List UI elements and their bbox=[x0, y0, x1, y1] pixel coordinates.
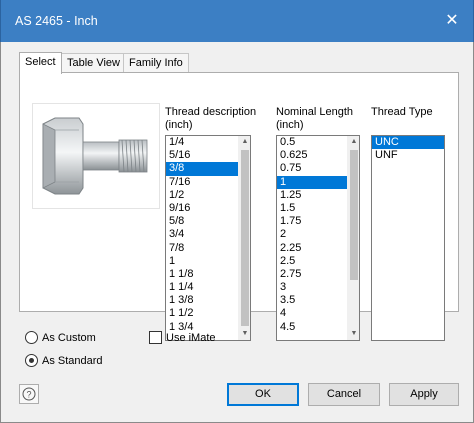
nominal-length-unit: (inch) bbox=[276, 119, 304, 131]
as-custom-option[interactable]: As Custom bbox=[25, 331, 96, 344]
dialog-body: Select Table View Family Info Thread des… bbox=[0, 42, 474, 423]
tab-table-view[interactable]: Table View bbox=[61, 53, 126, 73]
scroll-up-arrow-icon[interactable]: ▲ bbox=[348, 136, 359, 148]
nominal-length-list[interactable]: 0.5 0.625 0.75 1 1.25 1.5 1.75 2 2.25 2.5 2.75 3 3.5… bbox=[276, 135, 360, 341]
apply-button[interactable]: Apply bbox=[389, 383, 459, 406]
thread-type-item[interactable]: UNC bbox=[372, 136, 444, 150]
thread-description-label: Thread description bbox=[165, 106, 257, 118]
cancel-button[interactable]: Cancel bbox=[308, 383, 380, 406]
thread-description-scrollbar[interactable]: ▲ ▼ bbox=[238, 136, 250, 340]
ok-button[interactable]: OK bbox=[227, 383, 299, 406]
bolt-preview bbox=[32, 103, 160, 209]
scroll-up-arrow-icon[interactable]: ▲ bbox=[239, 136, 250, 148]
as-custom-label: As Custom bbox=[42, 331, 96, 344]
thread-description-list[interactable]: 1/4 5/16 3/8 7/16 1/2 9/16 5/8 3/4 7/8 1 1 1/8 1 1/… bbox=[165, 135, 251, 341]
hex-bolt-image bbox=[42, 117, 148, 195]
svg-text:?: ? bbox=[26, 390, 31, 400]
use-imate-option[interactable]: Use iMate bbox=[149, 331, 216, 344]
as-standard-option[interactable]: As Standard bbox=[25, 354, 103, 367]
as-standard-radio[interactable] bbox=[25, 354, 38, 367]
use-imate-label: Use iMate bbox=[166, 331, 216, 344]
thread-type-label: Thread Type bbox=[371, 106, 433, 118]
scroll-down-arrow-icon[interactable]: ▼ bbox=[239, 328, 250, 340]
thread-type-list[interactable]: UNC UNF bbox=[371, 135, 445, 341]
help-button[interactable]: ? bbox=[19, 384, 39, 404]
as-custom-radio[interactable] bbox=[25, 331, 38, 344]
as-standard-label: As Standard bbox=[42, 354, 103, 367]
window-title: AS 2465 - Inch bbox=[15, 14, 98, 28]
nominal-length-scrollbar[interactable]: ▲ ▼ bbox=[347, 136, 359, 340]
help-icon: ? bbox=[22, 387, 36, 401]
select-tab-panel: Thread description (inch) 1/4 5/16 3/8 7/16… bbox=[19, 72, 459, 341]
use-imate-checkbox[interactable] bbox=[149, 331, 162, 344]
tab-family-info[interactable]: Family Info bbox=[123, 53, 189, 73]
thread-type-item[interactable]: UNF bbox=[372, 149, 444, 162]
close-icon[interactable]: ✕ bbox=[441, 10, 463, 32]
nominal-length-label: Nominal Length bbox=[276, 106, 354, 118]
title-bar: AS 2465 - Inch ✕ bbox=[0, 0, 474, 42]
scroll-thumb[interactable] bbox=[241, 150, 249, 326]
tab-select[interactable]: Select bbox=[19, 52, 62, 74]
scroll-down-arrow-icon[interactable]: ▼ bbox=[348, 328, 359, 340]
scroll-thumb[interactable] bbox=[350, 150, 358, 280]
thread-description-unit: (inch) bbox=[165, 119, 193, 131]
